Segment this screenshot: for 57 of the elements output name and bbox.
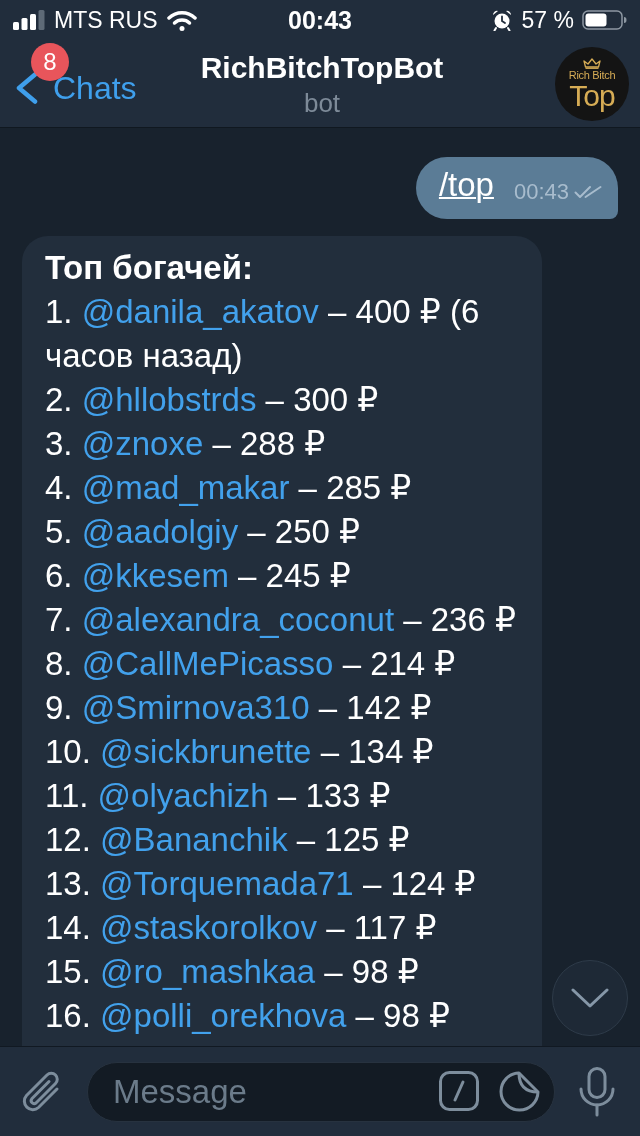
alarm-clock-icon bbox=[491, 9, 512, 31]
leaderboard-entry: 6. @kkesem – 245 ₽ bbox=[45, 556, 352, 596]
back-chevron-icon bbox=[15, 71, 39, 104]
command-link[interactable]: /top bbox=[438, 166, 494, 204]
username-link[interactable]: @Bananchik bbox=[100, 821, 288, 858]
avatar-text: Rich Bitch bbox=[568, 69, 616, 81]
message-time: 00:43 bbox=[513, 180, 569, 204]
battery-percent: 57 % bbox=[521, 6, 574, 34]
username-link[interactable]: @alexandra_coconut bbox=[81, 601, 395, 638]
username-link[interactable]: @Torquemada71 bbox=[100, 865, 354, 902]
chevron-down-icon bbox=[571, 988, 609, 1008]
username-link[interactable]: @Smirnova310 bbox=[81, 689, 310, 726]
leaderboard-entry: 2. @hllobstrds – 300 ₽ bbox=[45, 380, 380, 420]
message-field[interactable]: Message bbox=[87, 1061, 555, 1122]
leaderboard-entry: 14. @staskorolkov – 117 ₽ bbox=[45, 908, 438, 948]
username-link[interactable]: @polli_orekhova bbox=[100, 997, 347, 1034]
leaderboard-entry: 16. @polli_orekhova – 98 ₽ bbox=[45, 996, 451, 1036]
username-link[interactable]: @mad_makar bbox=[81, 469, 290, 506]
crown-icon bbox=[583, 58, 601, 69]
username-link[interactable]: @sickbrunette bbox=[100, 733, 312, 770]
username-link[interactable]: @znoxe bbox=[81, 425, 204, 462]
leaderboard-entry: 5. @aadolgiy – 250 ₽ bbox=[45, 512, 362, 552]
leaderboard-entry: 12. @Bananchik – 125 ₽ bbox=[45, 820, 411, 860]
message-title: Топ богачей: bbox=[45, 248, 254, 288]
leaderboard-entry: 8. @CallMePicasso – 214 ₽ bbox=[45, 644, 457, 684]
carrier-name: MTS RUS bbox=[54, 6, 158, 34]
chat-subtitle: bot bbox=[303, 88, 341, 117]
username-link[interactable]: @CallMePicasso bbox=[81, 645, 334, 682]
bot-avatar[interactable]: Rich Bitch Top bbox=[555, 46, 629, 121]
avatar-text: Top bbox=[569, 81, 615, 111]
username-link[interactable]: @kkesem bbox=[81, 557, 229, 594]
leaderboard-entry: 3. @znoxe – 288 ₽ bbox=[45, 424, 327, 464]
leaderboard-entry: 11. @olyachizh – 133 ₽ bbox=[45, 776, 392, 816]
status-time: 00:43 bbox=[288, 6, 352, 34]
username-link[interactable]: @danila_akatov bbox=[81, 293, 319, 330]
leaderboard-entry: 10. @sickbrunette – 134 ₽ bbox=[45, 732, 435, 772]
leaderboard-entry: 7. @alexandra_coconut – 236 ₽ bbox=[45, 600, 517, 640]
leaderboard-entry: 1. @danila_akatov – 400 ₽ (6 часов назад) bbox=[45, 292, 481, 376]
chat-title: RichBitchTopBot bbox=[200, 50, 444, 85]
username-link[interactable]: @staskorolkov bbox=[100, 909, 317, 946]
leaderboard-entry: 9. @Smirnova310 – 142 ₽ bbox=[45, 688, 433, 728]
commands-button[interactable] bbox=[439, 1071, 479, 1111]
leaderboard-entry: 4. @mad_makar – 285 ₽ bbox=[45, 468, 413, 508]
username-link[interactable]: @aadolgiy bbox=[81, 513, 239, 550]
battery-icon bbox=[582, 10, 627, 30]
sticker-icon bbox=[499, 1070, 540, 1112]
username-link[interactable]: @olyachizh bbox=[97, 777, 269, 814]
slash-command-icon bbox=[439, 1071, 479, 1111]
leaderboard-entry: 13. @Torquemada71 – 124 ₽ bbox=[45, 864, 477, 904]
microphone-button[interactable] bbox=[579, 1066, 615, 1117]
wifi-icon bbox=[166, 9, 197, 31]
sticker-button[interactable] bbox=[499, 1070, 540, 1112]
username-link[interactable]: @ro_mashkaa bbox=[100, 953, 316, 990]
username-link[interactable]: @hllobstrds bbox=[81, 381, 257, 418]
signal-icon bbox=[13, 10, 45, 30]
leaderboard-entry: 15. @ro_mashkaa – 98 ₽ bbox=[45, 952, 420, 992]
microphone-icon bbox=[579, 1066, 615, 1117]
